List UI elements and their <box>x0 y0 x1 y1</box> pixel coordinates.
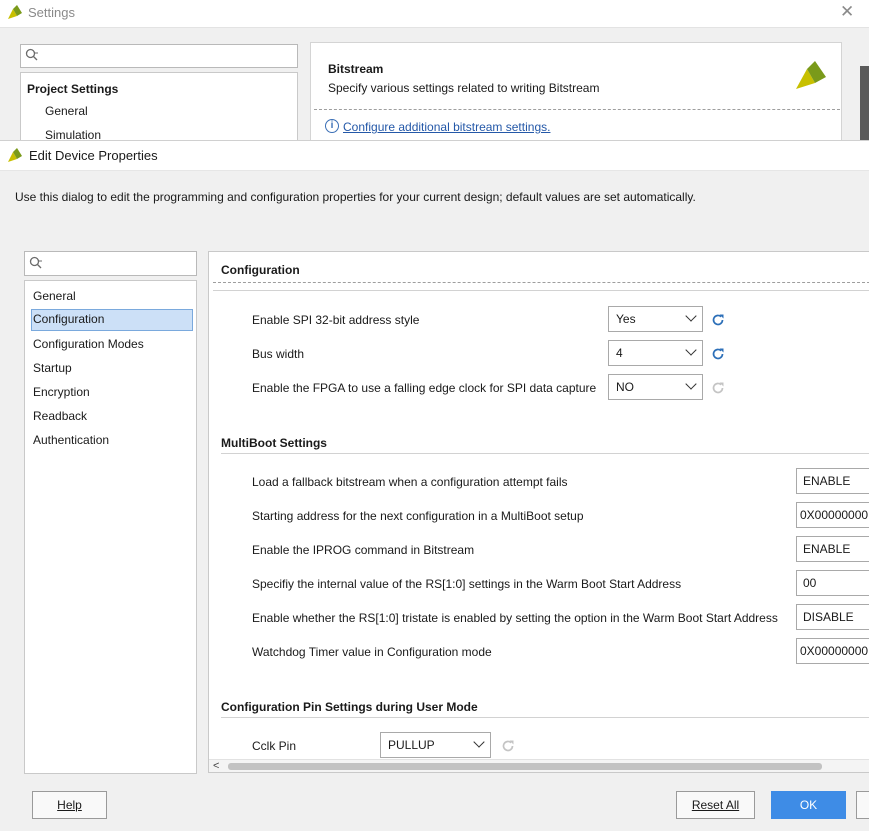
section-rule <box>221 717 869 718</box>
field-value: 0X00000000 <box>800 644 869 658</box>
prop-label-spi-32bit: Enable SPI 32-bit address style <box>252 313 420 327</box>
field-value: 00 <box>803 576 817 590</box>
panel-subtitle: Specify various settings related to writ… <box>328 81 600 95</box>
search-icon <box>29 256 43 273</box>
fallback-select[interactable]: ENABLE <box>796 468 869 494</box>
select-value: Yes <box>616 312 636 326</box>
scroll-left-icon[interactable]: < <box>213 760 219 772</box>
panel-title: Bitstream <box>328 62 384 76</box>
panel-separator <box>314 109 840 110</box>
field-value: ENABLE <box>803 542 851 556</box>
nav-item-authentication[interactable]: Authentication <box>31 430 193 452</box>
section-title-configuration: Configuration <box>221 263 300 277</box>
nav-search-input[interactable] <box>24 251 197 276</box>
dialog-title: Edit Device Properties <box>29 148 158 163</box>
next-config-address-input[interactable]: 0X00000000 <box>796 502 869 528</box>
nav-item-general[interactable]: General <box>31 286 193 308</box>
chevron-down-icon <box>685 344 697 356</box>
help-button[interactable]: Help <box>32 791 107 819</box>
dialog-intro: Use this dialog to edit the programming … <box>15 190 696 204</box>
section-rule <box>213 290 869 291</box>
prop-label-falling-edge-clock: Enable the FPGA to use a falling edge cl… <box>252 381 597 395</box>
configure-bitstream-link[interactable]: Configure additional bitstream settings. <box>343 120 550 134</box>
nav-item-configuration-modes[interactable]: Configuration Modes <box>31 334 193 356</box>
nav-item-configuration[interactable]: Configuration <box>31 309 193 331</box>
background-window-edge <box>860 66 869 140</box>
nav-item-encryption[interactable]: Encryption <box>31 382 193 404</box>
ok-label: OK <box>799 798 818 812</box>
watchdog-input[interactable]: 0X00000000 <box>796 638 869 664</box>
field-value: ENABLE <box>803 474 851 488</box>
reset-all-label: Reset All <box>691 798 740 812</box>
scrollbar-thumb[interactable] <box>228 763 822 770</box>
category-nav: General Configuration Configuration Mode… <box>24 280 197 774</box>
properties-panel: Configuration Enable SPI 32-bit address … <box>208 251 869 773</box>
prop-label-watchdog: Watchdog Timer value in Configuration mo… <box>252 645 492 659</box>
tree-item-general[interactable]: General <box>45 104 88 118</box>
cancel-button[interactable] <box>856 791 869 819</box>
nav-item-readback[interactable]: Readback <box>31 406 193 428</box>
section-rule <box>221 453 869 454</box>
settings-title: Settings <box>28 5 75 20</box>
chevron-down-icon <box>685 310 697 322</box>
prop-label-fallback: Load a fallback bitstream when a configu… <box>252 475 568 489</box>
field-value: DISABLE <box>803 610 854 624</box>
reset-icon[interactable] <box>710 346 726 362</box>
prop-label-iprog: Enable the IPROG command in Bitstream <box>252 543 475 557</box>
ok-button[interactable]: OK <box>771 791 846 819</box>
prop-label-rs-tristate: Enable whether the RS[1:0] tristate is e… <box>252 611 778 625</box>
rs-value-input[interactable]: 00 <box>796 570 869 596</box>
section-title-multiboot: MultiBoot Settings <box>221 436 327 450</box>
select-value: 4 <box>616 346 623 360</box>
reset-icon-disabled <box>712 382 724 394</box>
edit-device-properties-dialog: Edit Device Properties Use this dialog t… <box>0 140 869 831</box>
select-value: NO <box>616 380 634 394</box>
dialog-titlebar: Edit Device Properties <box>0 141 869 171</box>
close-icon[interactable]: ✕ <box>840 2 854 22</box>
bus-width-select[interactable]: 4 <box>608 340 703 366</box>
tree-header-project-settings: Project Settings <box>27 82 119 96</box>
info-icon: i <box>325 119 339 133</box>
prop-label-rs-value: Specifiy the internal value of the RS[1:… <box>252 577 682 591</box>
falling-edge-clock-select[interactable]: NO <box>608 374 703 400</box>
vivado-logo-icon <box>6 147 24 168</box>
prop-label-next-config-address: Starting address for the next configurat… <box>252 509 584 523</box>
settings-titlebar: Settings ✕ <box>0 0 869 28</box>
search-icon <box>25 48 39 65</box>
section-separator <box>213 282 869 283</box>
chevron-down-icon <box>685 378 697 390</box>
vivado-logo-icon <box>793 59 829 98</box>
rs-tristate-select[interactable]: DISABLE <box>796 604 869 630</box>
nav-item-startup[interactable]: Startup <box>31 358 193 380</box>
bitstream-panel: Bitstream Specify various settings relat… <box>310 42 842 142</box>
horizontal-scrollbar[interactable]: < <box>209 759 869 772</box>
help-label: Help <box>57 798 82 812</box>
section-title-user-mode: Configuration Pin Settings during User M… <box>221 700 478 714</box>
settings-tree: Project Settings General Simulation <box>20 72 298 142</box>
settings-search-input[interactable] <box>20 44 298 68</box>
iprog-select[interactable]: ENABLE <box>796 536 869 562</box>
settings-window: Settings ✕ Project Settings General Simu… <box>0 0 869 142</box>
vivado-logo-icon <box>6 4 24 25</box>
prop-label-cclk-pin: Cclk Pin <box>252 739 297 753</box>
reset-icon[interactable] <box>710 312 726 328</box>
reset-all-button[interactable]: Reset All <box>676 791 755 819</box>
field-value: 0X00000000 <box>800 508 869 522</box>
chevron-down-icon <box>473 736 485 748</box>
prop-label-bus-width: Bus width <box>252 347 305 361</box>
cclk-pin-select[interactable]: PULLUP <box>380 732 491 758</box>
spi-32bit-select[interactable]: Yes <box>608 306 703 332</box>
reset-icon-disabled <box>502 740 514 752</box>
select-value: PULLUP <box>388 738 435 752</box>
